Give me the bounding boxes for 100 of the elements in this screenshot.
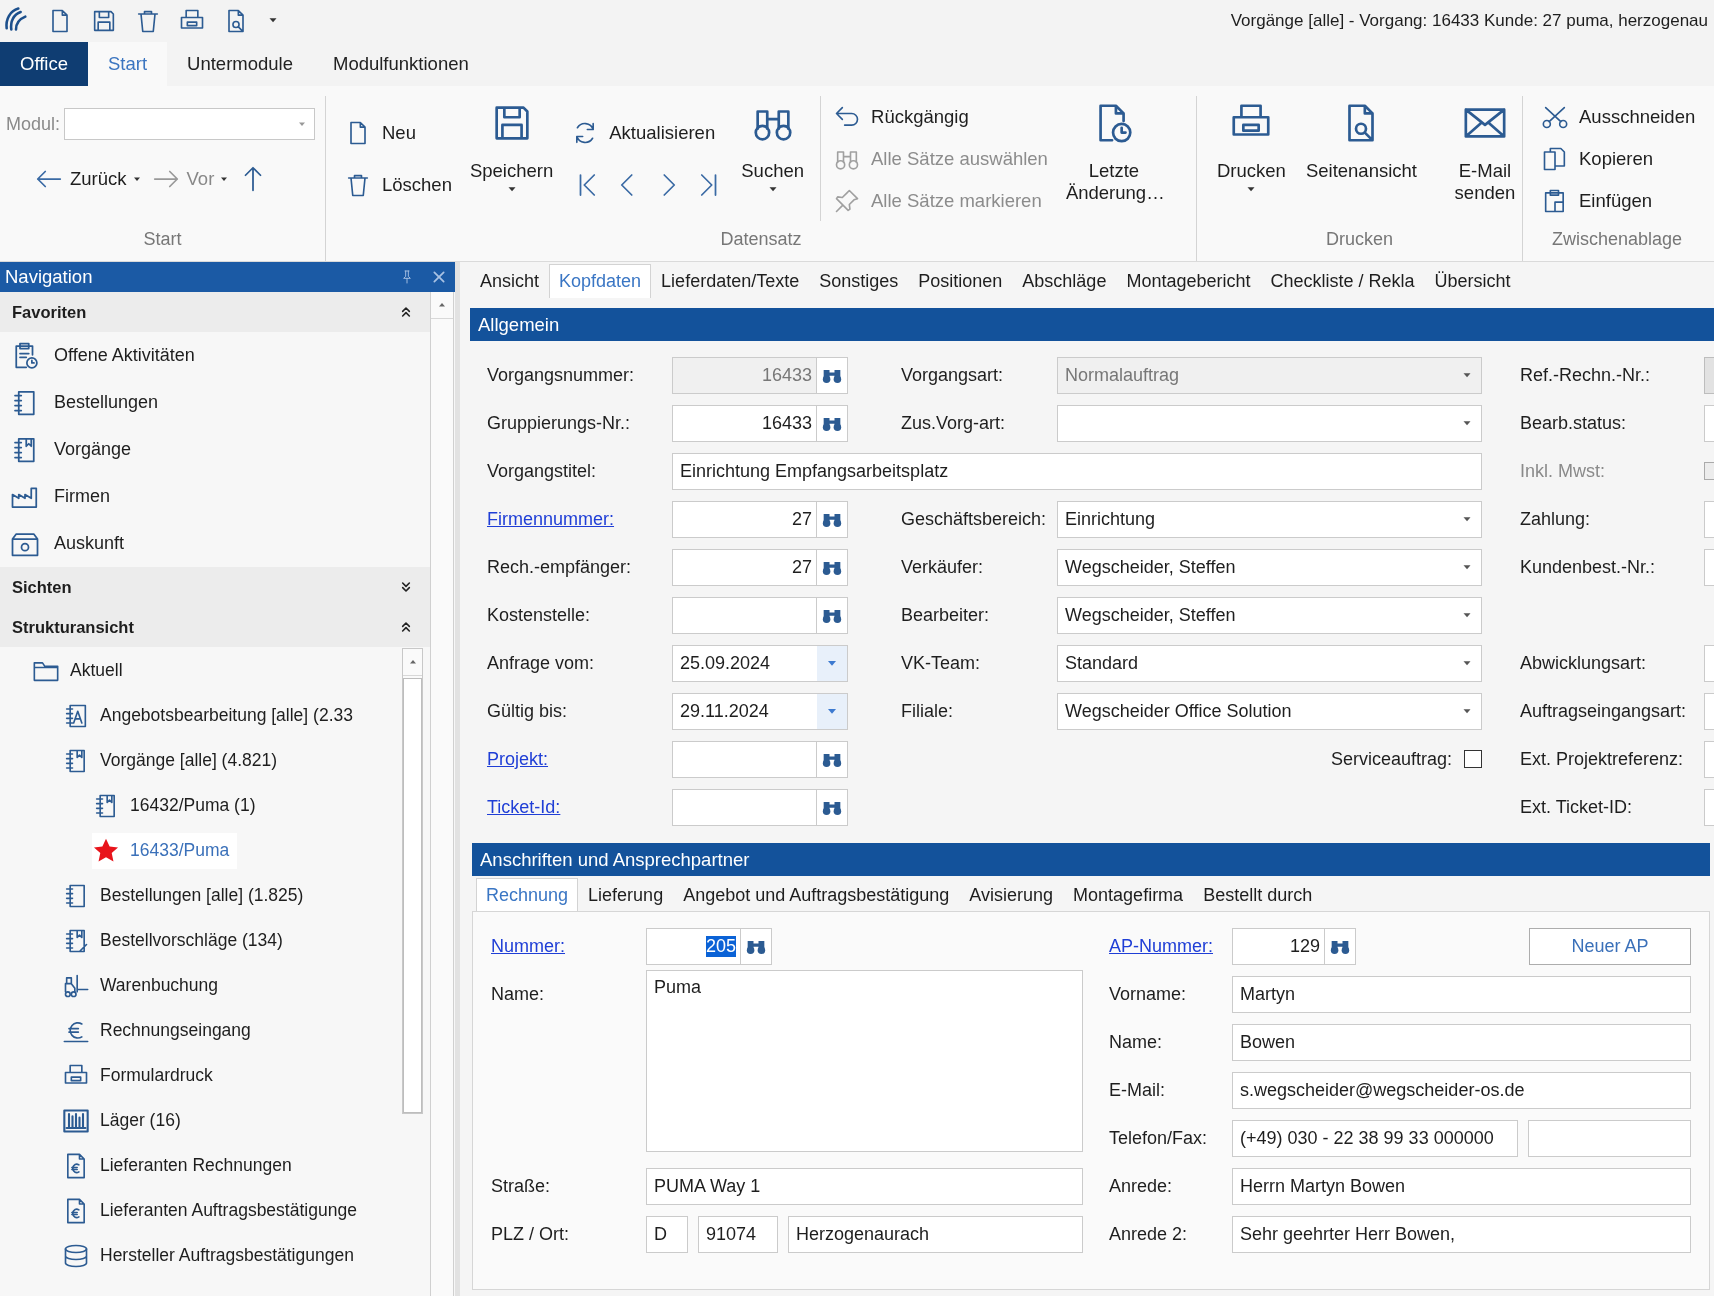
ribbon-button[interactable]: Neu xyxy=(344,116,452,150)
ribbon-button[interactable]: Löschen xyxy=(344,168,452,202)
tree-item[interactable]: Läger (16) xyxy=(62,1102,189,1139)
number-field[interactable]: 27 xyxy=(672,500,817,538)
tab[interactable]: Ansicht xyxy=(470,264,550,298)
lookup-button[interactable] xyxy=(817,596,848,634)
tree-item[interactable]: Aktuell xyxy=(32,652,131,689)
ribbon-button[interactable]: Suchen xyxy=(731,96,814,198)
field-link[interactable]: Nummer: xyxy=(491,935,565,956)
text-field[interactable]: D xyxy=(646,1215,688,1253)
favorite-item[interactable]: Bestellungen xyxy=(0,379,430,426)
tab[interactable]: Avisierung xyxy=(959,878,1064,911)
scrollbar[interactable] xyxy=(402,648,423,1114)
lookup-button[interactable] xyxy=(1325,927,1356,965)
tree-item[interactable]: Bestellungen [alle] (1.825) xyxy=(62,877,312,914)
text-field[interactable]: Herzogenaurach xyxy=(788,1215,1083,1253)
tab[interactable]: Lieferdaten/Texte xyxy=(651,264,810,298)
dropdown-field[interactable]: Wegscheider, Steffen xyxy=(1057,548,1482,586)
tab[interactable]: Checkliste / Rekla xyxy=(1260,264,1425,298)
text-field[interactable]: Einrichtung Empfangsarbeitsplatz xyxy=(672,452,1482,490)
ribbon-button[interactable]: Kopieren xyxy=(1541,142,1696,176)
tree-item[interactable]: Warenbuchung xyxy=(62,967,227,1004)
text-field[interactable] xyxy=(1704,644,1714,682)
section-header[interactable]: Strukturansicht xyxy=(0,607,430,647)
tab[interactable]: Bestellt durch xyxy=(1193,878,1323,911)
lookup-button[interactable] xyxy=(741,927,772,965)
text-field[interactable] xyxy=(1704,788,1714,826)
tree-item[interactable]: Formulardruck xyxy=(62,1057,221,1094)
lookup-button[interactable] xyxy=(817,404,848,442)
text-field[interactable] xyxy=(1704,692,1714,730)
checkbox[interactable] xyxy=(1464,750,1482,768)
lookup-button[interactable] xyxy=(817,500,848,538)
tree-item[interactable]: Angebotsbearbeitung [alle] (2.33 xyxy=(62,697,361,734)
ribbon-tab[interactable]: Modulfunktionen xyxy=(313,42,489,86)
number-field[interactable]: 129 xyxy=(1232,927,1325,965)
tree-item[interactable]: Lieferanten Auftragsbestätigunge xyxy=(62,1192,365,1229)
logo-icon[interactable] xyxy=(2,4,30,33)
scrollbar[interactable] xyxy=(430,292,454,1296)
lookup-button[interactable] xyxy=(817,548,848,586)
text-field[interactable]: Herrn Martyn Bowen xyxy=(1232,1167,1691,1205)
tab[interactable]: Montagefirma xyxy=(1063,878,1194,911)
ribbon-tab[interactable]: Start xyxy=(88,42,168,86)
section-header[interactable]: Favoriten xyxy=(0,292,430,332)
text-field[interactable]: Martyn xyxy=(1232,975,1691,1013)
tree-item[interactable]: Hersteller Auftragsbestätigungen xyxy=(62,1237,362,1274)
tab[interactable]: Abschläge xyxy=(1012,264,1117,298)
tab[interactable]: Positionen xyxy=(908,264,1013,298)
tab[interactable]: Sonstiges xyxy=(809,264,909,298)
scroll-thumb[interactable] xyxy=(403,678,422,1113)
ribbon-tab[interactable]: Untermodule xyxy=(167,42,313,86)
favorite-item[interactable]: Vorgänge xyxy=(0,426,430,473)
tab[interactable]: Kopfdaten xyxy=(549,264,652,298)
close-icon[interactable] xyxy=(431,269,447,285)
text-field[interactable] xyxy=(1704,404,1714,442)
tree-item[interactable]: Vorgänge [alle] (4.821) xyxy=(62,742,286,779)
text-field[interactable]: 91074 xyxy=(698,1215,778,1253)
text-field[interactable] xyxy=(1704,500,1714,538)
text-field[interactable] xyxy=(1528,1119,1691,1157)
number-field[interactable]: 16433 xyxy=(672,404,817,442)
tree-item[interactable]: 16432/Puma (1) xyxy=(92,787,264,824)
ribbon-button[interactable]: Rückgängig xyxy=(833,100,1048,134)
favorite-item[interactable]: Offene Aktivitäten xyxy=(0,332,430,379)
text-area[interactable]: Puma xyxy=(646,970,1083,1152)
lookup-button[interactable] xyxy=(817,356,848,394)
ribbon-button[interactable]: Drucken xyxy=(1207,96,1296,198)
dropdown-field[interactable]: Wegscheider, Steffen xyxy=(1057,596,1482,634)
number-field[interactable]: 205 xyxy=(646,927,741,965)
field-link[interactable]: AP-Nummer: xyxy=(1109,935,1213,956)
lookup-button[interactable] xyxy=(817,788,848,826)
number-field[interactable]: 27 xyxy=(672,548,817,586)
field-link[interactable]: Ticket-Id: xyxy=(487,796,561,817)
ribbon-button[interactable]: Ausschneiden xyxy=(1541,100,1696,134)
field-link[interactable]: Projekt: xyxy=(487,748,549,769)
tree-item[interactable]: Lieferanten Rechnungen xyxy=(62,1147,300,1184)
tab[interactable]: Übersicht xyxy=(1424,264,1521,298)
ribbon-button[interactable]: Speichern xyxy=(459,96,564,198)
number-field[interactable] xyxy=(672,788,817,826)
field-link[interactable]: Firmennummer: xyxy=(487,508,615,529)
number-field[interactable] xyxy=(672,740,817,778)
ribbon-button[interactable]: Letzte Änderung… xyxy=(1055,96,1172,204)
app-menu-button[interactable]: Office xyxy=(0,42,88,86)
ribbon-button[interactable]: E-Mail senden xyxy=(1426,96,1543,204)
ribbon-button[interactable]: Aktualisieren xyxy=(571,116,724,150)
text-field[interactable]: PUMA Way 1 xyxy=(646,1167,1083,1205)
ribbon-button[interactable]: Einfügen xyxy=(1541,184,1696,218)
dropdown-field[interactable]: Einrichtung xyxy=(1057,500,1482,538)
dropdown-field[interactable]: Wegscheider Office Solution xyxy=(1057,692,1482,730)
tree-item[interactable]: Bestellvorschläge (134) xyxy=(62,922,291,959)
date-field[interactable]: 29.11.2024 xyxy=(672,692,848,730)
tree-item[interactable]: 16433/Puma xyxy=(92,832,238,869)
text-field[interactable]: Sehr geehrter Herr Bowen, xyxy=(1232,1215,1691,1253)
favorite-item[interactable]: Firmen xyxy=(0,473,430,520)
tab[interactable]: Angebot und Auftragsbestätigung xyxy=(673,878,960,911)
number-field[interactable] xyxy=(672,596,817,634)
text-field[interactable]: Bowen xyxy=(1232,1023,1691,1061)
text-field[interactable] xyxy=(1704,740,1714,778)
ribbon-button[interactable]: Seitenansicht xyxy=(1295,96,1427,182)
lookup-button[interactable] xyxy=(817,740,848,778)
text-field[interactable] xyxy=(1704,548,1714,586)
dropdown-field[interactable]: Standard xyxy=(1057,644,1482,682)
